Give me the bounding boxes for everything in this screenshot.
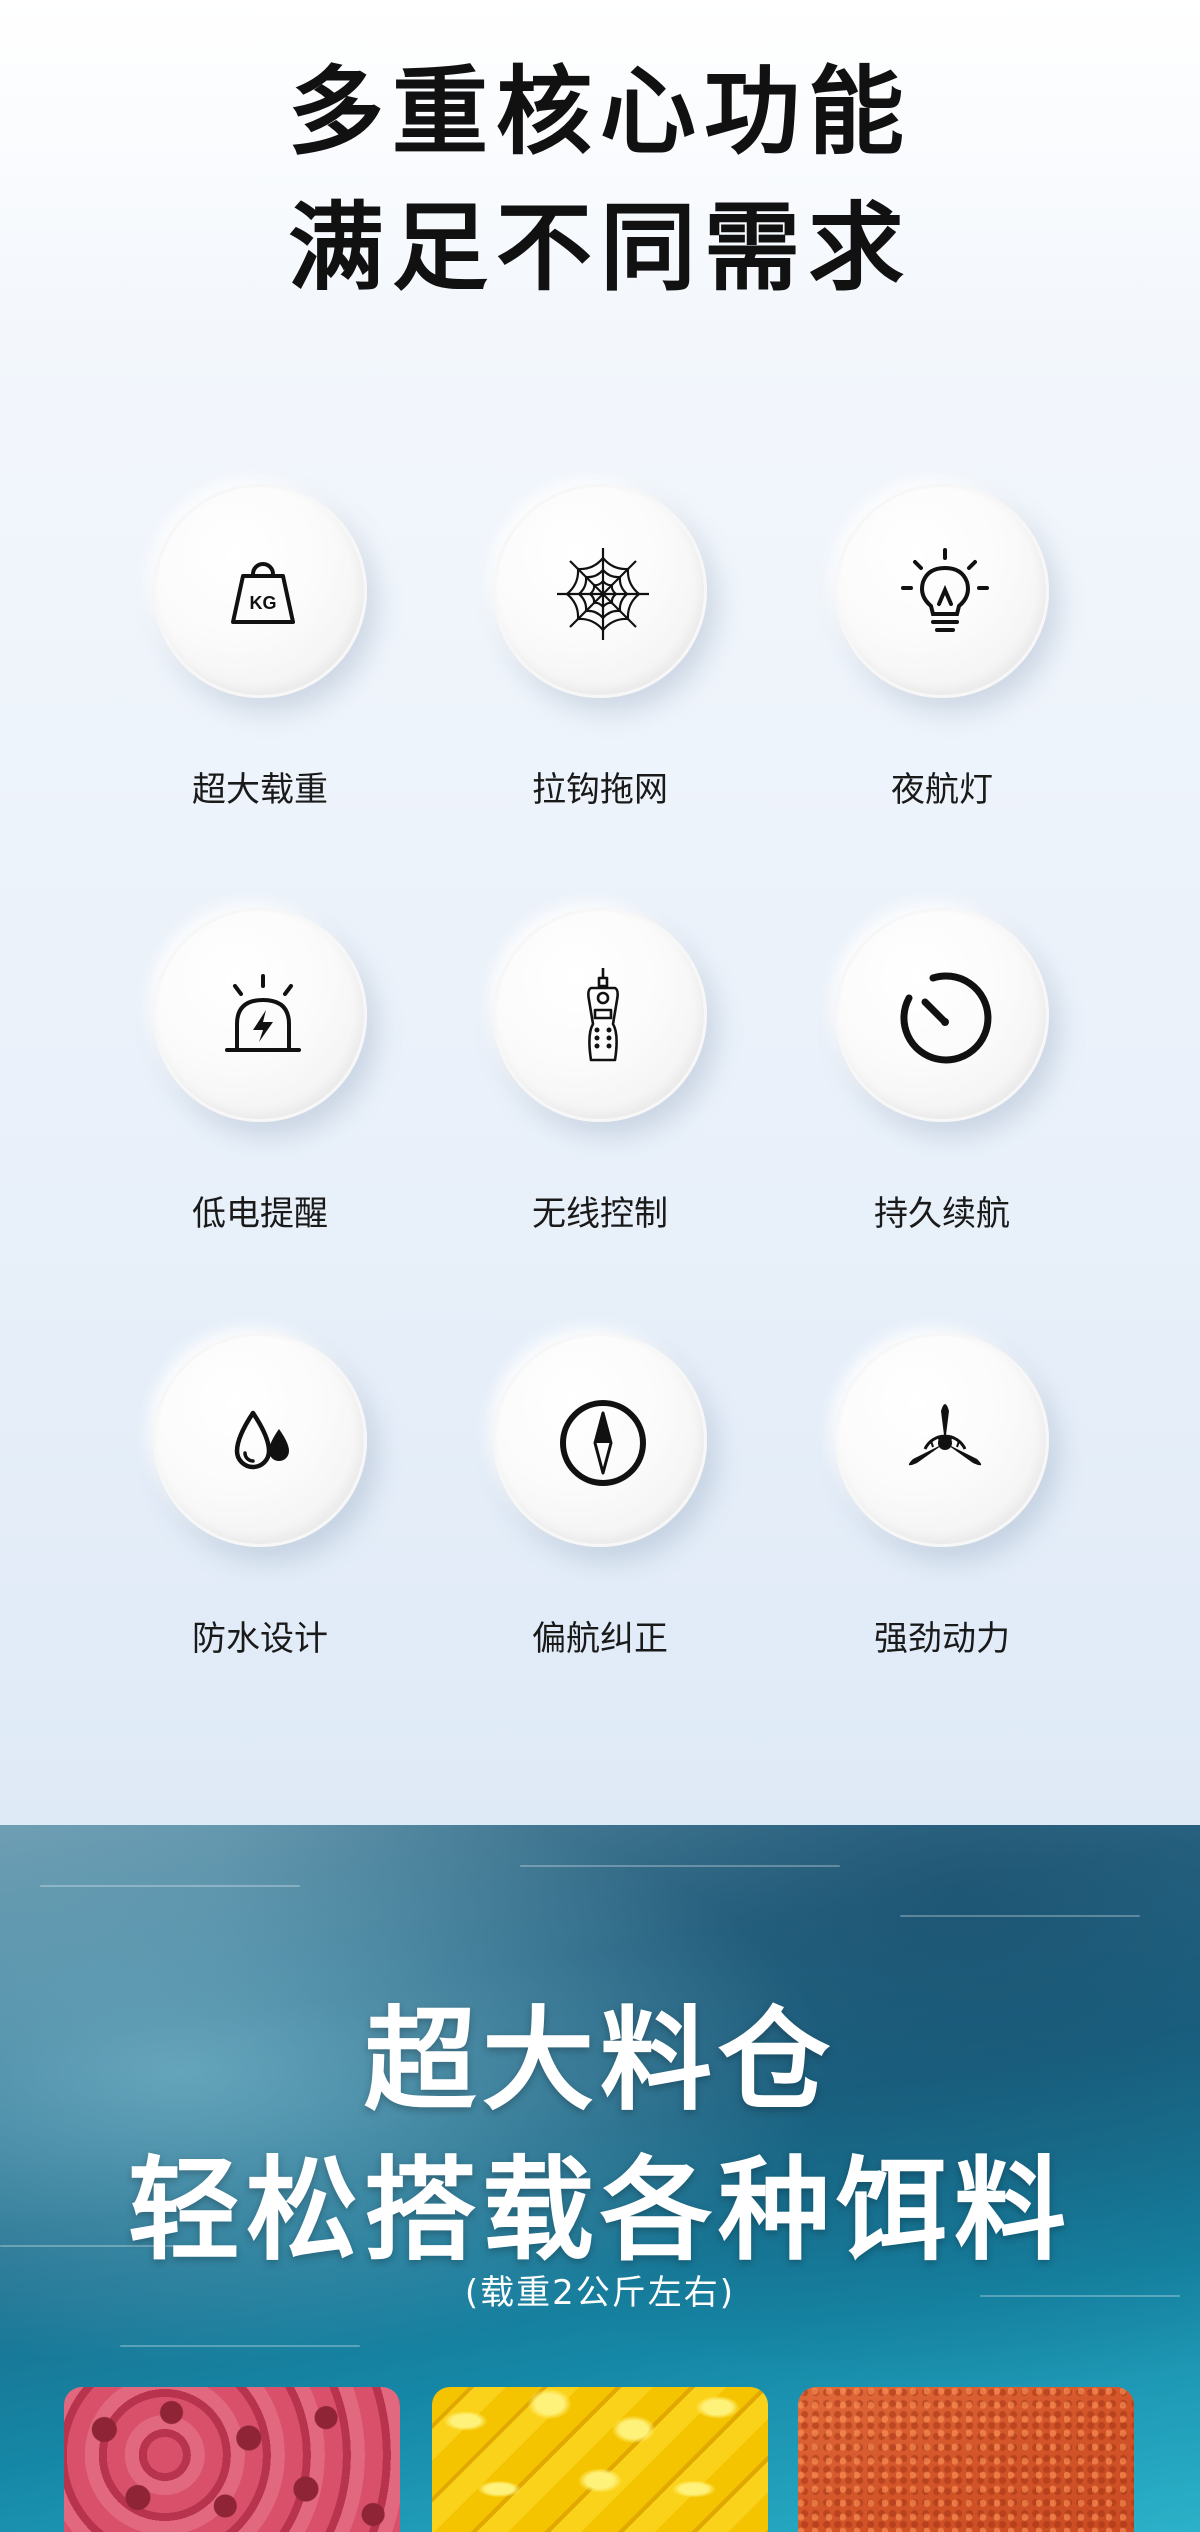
- feature-label: 超大载重: [192, 770, 328, 810]
- feature-icon-circle: [153, 908, 367, 1122]
- feature-icon-circle: [493, 908, 707, 1122]
- load-capacity-note: (载重2公斤左右): [464, 2273, 736, 2313]
- wave-line: [900, 1915, 1140, 1917]
- bait-title-line-2: 轻松搭载各种饵料: [128, 2146, 1072, 2276]
- feature-label: 强劲动力: [874, 1619, 1010, 1659]
- remote-control-icon: [587, 968, 619, 1062]
- features-section: 多重核心功能 满足不同需求 KG 超大载重 拉钩拖网 夜航灯 低电提醒 无线控制…: [0, 0, 1200, 1825]
- feature-icon-circle: [835, 908, 1049, 1122]
- powder-bait-image: [798, 2387, 1134, 2532]
- wave-line: [120, 2345, 360, 2347]
- water-drops-icon: [234, 1410, 289, 1470]
- kg-weight-icon: KG: [231, 562, 295, 624]
- low-battery-alarm-icon: [225, 974, 301, 1052]
- light-bulb-icon: [901, 548, 989, 632]
- feature-label: 低电提醒: [192, 1194, 328, 1234]
- wave-line: [40, 1885, 300, 1887]
- propeller-icon: [908, 1404, 982, 1466]
- feature-icon-circle: [493, 484, 707, 698]
- bait-title-line-1: 超大料仓: [364, 1996, 836, 2126]
- compass-icon: [560, 1400, 646, 1486]
- wave-line: [520, 1865, 840, 1867]
- feature-icon-circle: KG: [153, 484, 367, 698]
- corn-bait-image: [432, 2387, 768, 2532]
- feature-icon-circle: [493, 1333, 707, 1547]
- bait-hopper-section: 超大料仓 轻松搭载各种饵料 (载重2公斤左右): [0, 1825, 1200, 2532]
- feature-icon-circle: [835, 1333, 1049, 1547]
- feature-icon-circle: [835, 484, 1049, 698]
- feature-label: 拉钩拖网: [532, 770, 668, 810]
- feature-icon-circle: [153, 1333, 367, 1547]
- feature-label: 夜航灯: [891, 770, 993, 810]
- feature-label: 持久续航: [874, 1194, 1010, 1234]
- feature-label: 防水设计: [192, 1619, 328, 1659]
- feature-label: 偏航纠正: [532, 1619, 668, 1659]
- spider-web-icon: [557, 548, 649, 640]
- headline-line-1: 多重核心功能: [288, 56, 912, 168]
- feature-label: 无线控制: [532, 1194, 668, 1234]
- svg-text:KG: KG: [250, 593, 277, 613]
- stopwatch-icon: [900, 972, 992, 1064]
- headline-line-2: 满足不同需求: [288, 192, 912, 304]
- red-pellet-bait-image: [64, 2387, 400, 2532]
